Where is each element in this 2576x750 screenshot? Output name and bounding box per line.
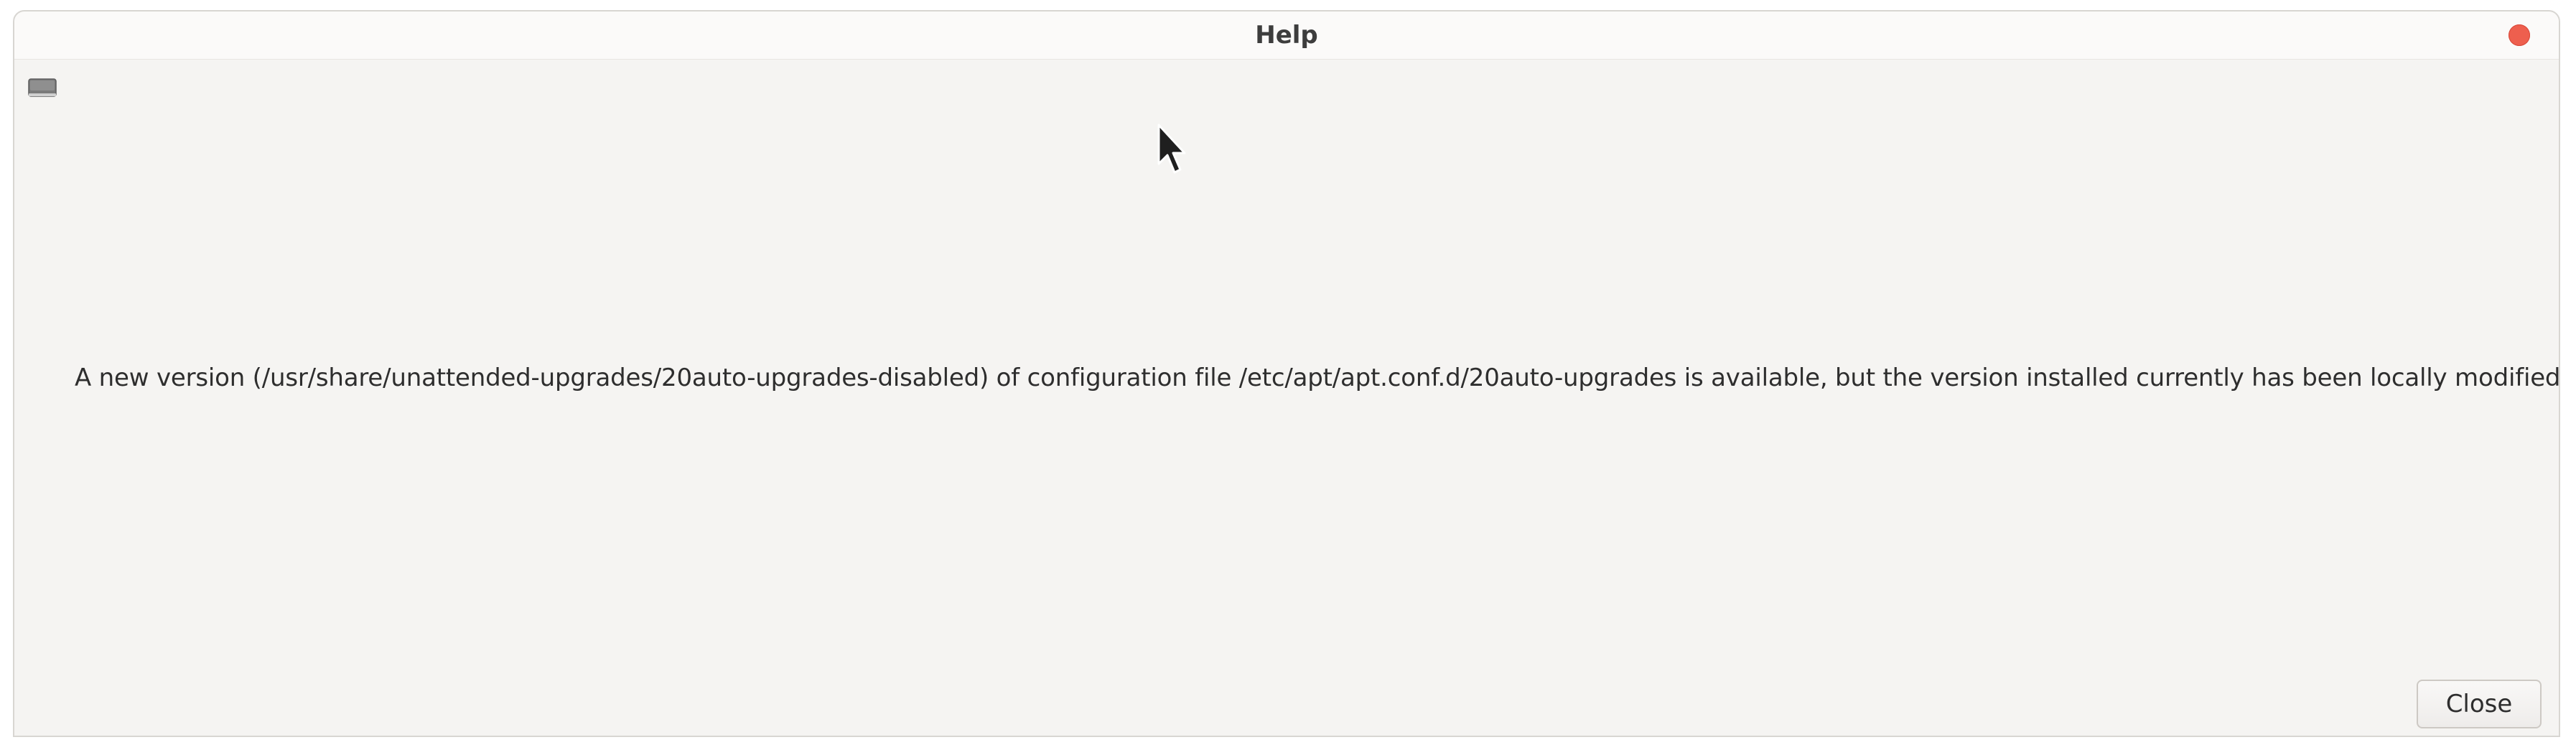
message-text: A new version (/usr/share/unattended-upg… <box>75 364 2560 392</box>
help-dialog-window: Help A new version (/usr/share/unattende… <box>13 10 2560 737</box>
window-title: Help <box>1255 21 1318 50</box>
close-window-icon[interactable] <box>2509 24 2530 46</box>
close-button[interactable]: Close <box>2417 680 2542 728</box>
titlebar[interactable]: Help <box>14 11 2559 60</box>
drive-icon <box>27 76 57 101</box>
